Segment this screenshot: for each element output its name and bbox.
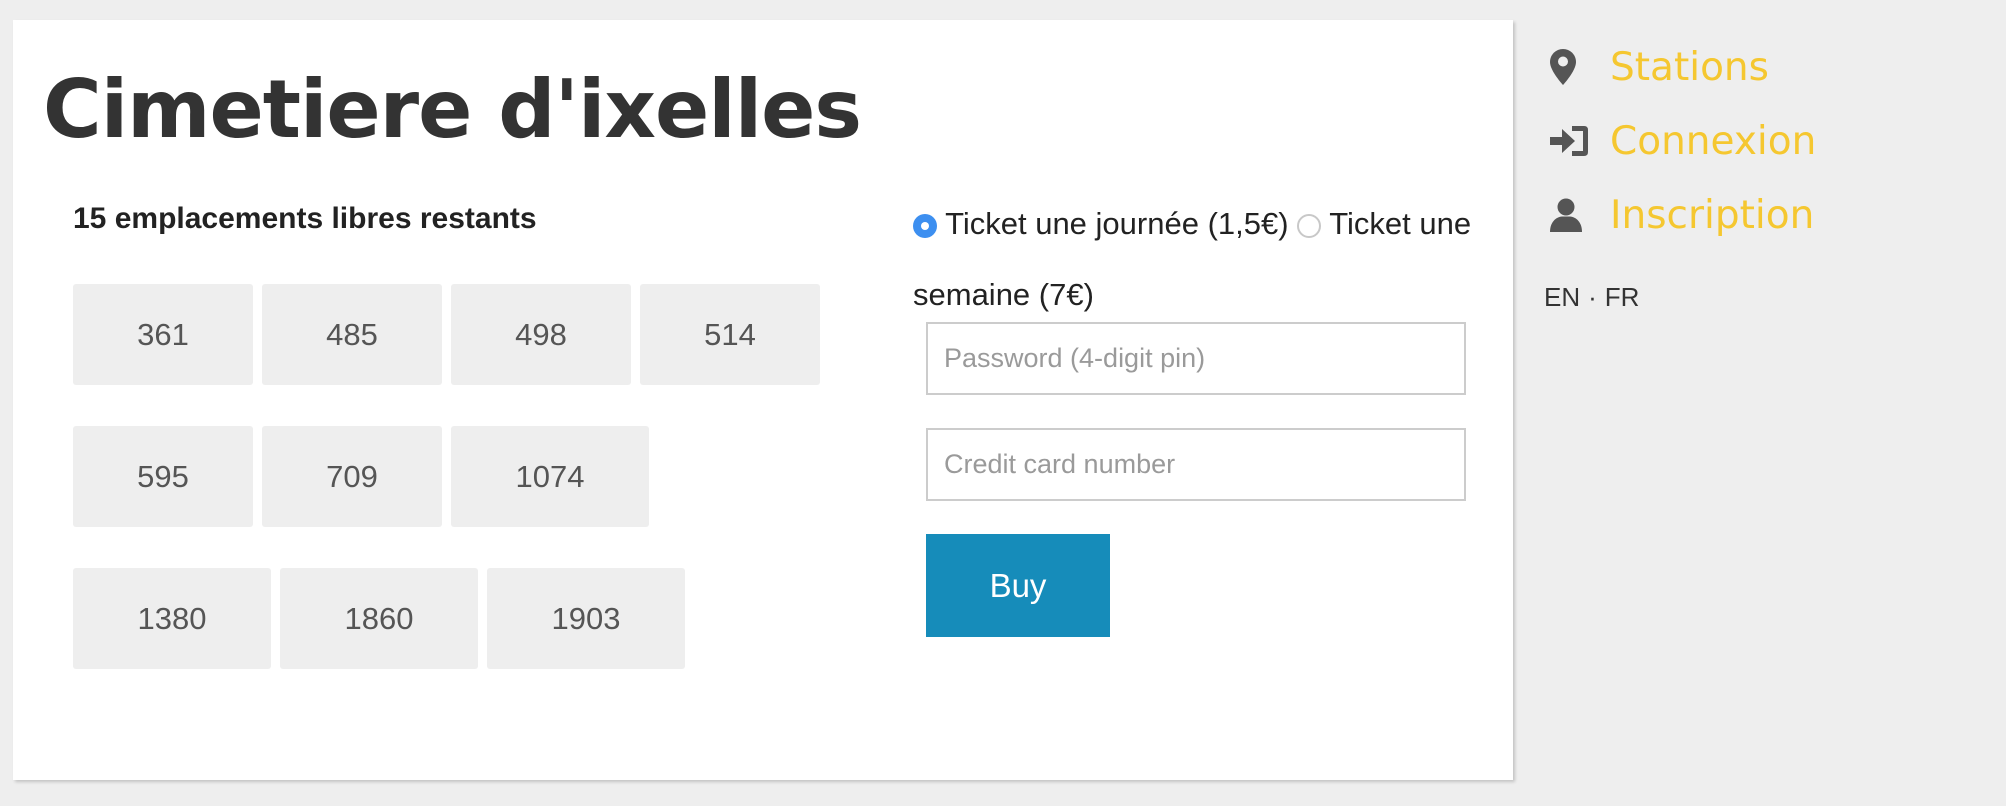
password-input[interactable] [926,322,1466,395]
spot-button[interactable]: 595 [73,426,253,527]
credit-card-input[interactable] [926,428,1466,501]
spot-row: 1380 1860 1903 [73,568,853,669]
radio-day-ticket[interactable] [913,214,937,238]
nav-item-inscription[interactable]: Inscription [1550,178,1816,252]
sidebar-nav: Stations Connexion Inscription [1550,30,1816,252]
spot-button[interactable]: 709 [262,426,442,527]
spot-button[interactable]: 1074 [451,426,649,527]
spot-button[interactable]: 1380 [73,568,271,669]
spot-button[interactable]: 1903 [487,568,685,669]
radio-week-ticket[interactable] [1297,214,1322,238]
free-spots-count: 15 emplacements libres restants [73,202,537,235]
nav-item-stations[interactable]: Stations [1550,30,1816,104]
ticket-form: Ticket une journée (1,5€) Ticket une sem… [913,200,1473,637]
ticket-options: Ticket une journée (1,5€) Ticket une sem… [913,188,1473,330]
user-icon [1550,198,1594,232]
lang-fr-link[interactable]: FR [1605,282,1640,312]
lang-separator: · [1588,282,1597,312]
language-switcher: EN · FR [1544,282,1639,313]
spot-button[interactable]: 514 [640,284,820,385]
main-card: Cimetiere d'ixelles 15 emplacements libr… [13,20,1513,780]
spot-button[interactable]: 485 [262,284,442,385]
page-title: Cimetiere d'ixelles [43,63,862,156]
nav-label: Stations [1610,44,1769,90]
nav-label: Inscription [1610,192,1815,238]
day-ticket-label[interactable]: Ticket une journée (1,5€) [945,206,1288,241]
lang-en-link[interactable]: EN [1544,282,1580,312]
spot-button[interactable]: 361 [73,284,253,385]
nav-item-connexion[interactable]: Connexion [1550,104,1816,178]
buy-button[interactable]: Buy [926,534,1110,637]
spot-button[interactable]: 1860 [280,568,478,669]
spot-row: 595 709 1074 [73,426,853,527]
spot-grid: 361 485 498 514 595 709 1074 1380 1860 1… [73,284,853,710]
spot-row: 361 485 498 514 [73,284,853,385]
spot-button[interactable]: 498 [451,284,631,385]
nav-label: Connexion [1610,118,1817,164]
map-marker-icon [1550,49,1594,85]
sign-in-icon [1550,124,1594,158]
